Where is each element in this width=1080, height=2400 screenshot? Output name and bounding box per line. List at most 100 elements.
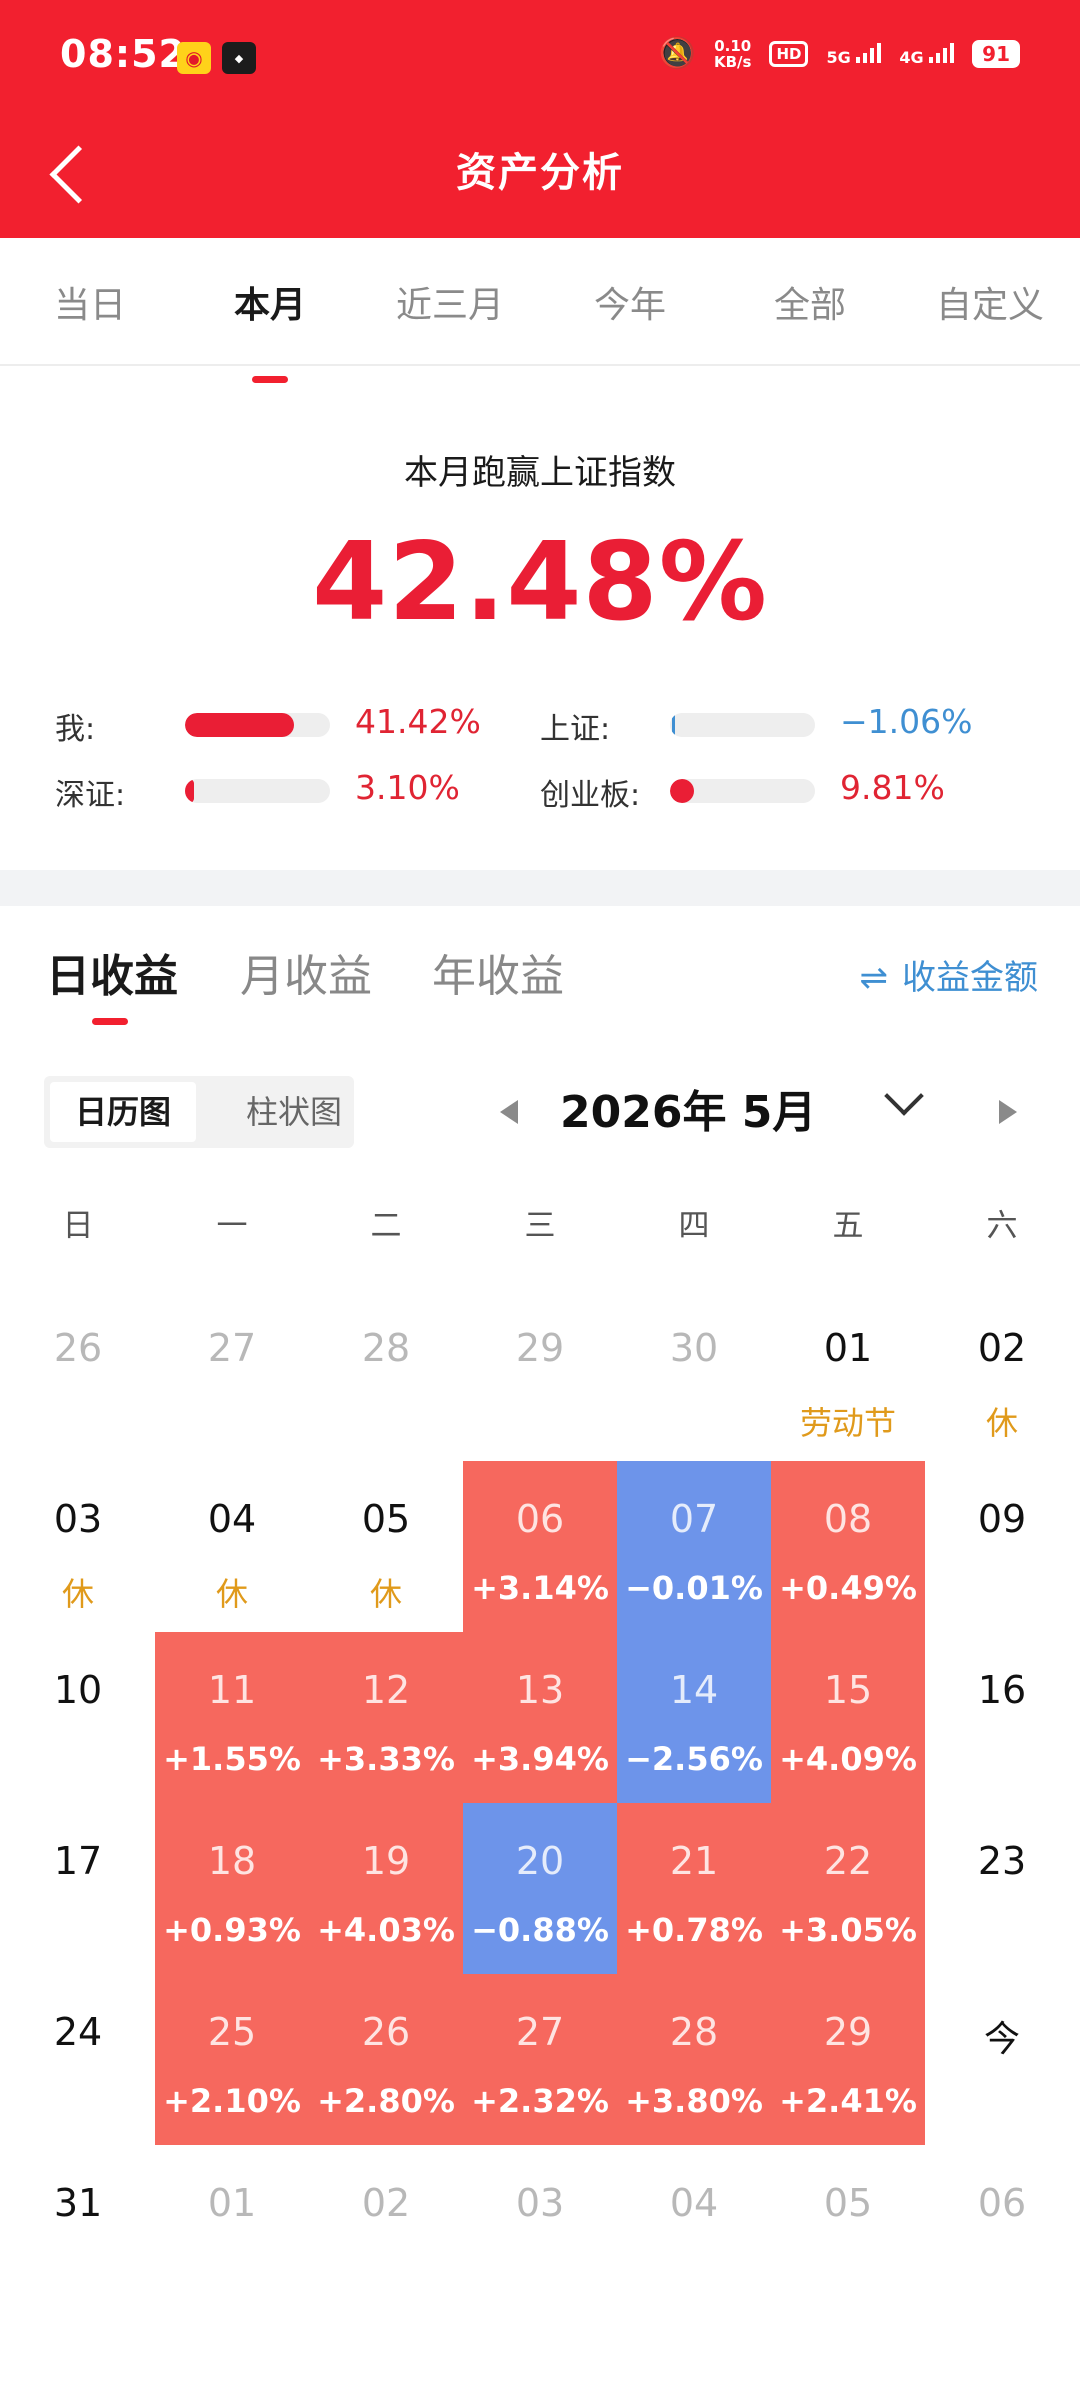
weekday-label: 五 — [832, 1208, 864, 1244]
calendar-day-number: 29 — [823, 2010, 873, 2054]
network-speed-unit: KB/s — [713, 52, 752, 71]
previous-month-icon[interactable] — [500, 1100, 518, 1124]
calendar-day-cell[interactable]: 10 — [1, 1632, 155, 1803]
period-tab[interactable]: 当日 — [0, 276, 180, 328]
calendar-day-number: 28 — [669, 2010, 719, 2054]
calendar-day-number: 17 — [53, 1839, 103, 1883]
calendar-day-cell[interactable]: 05 休 — [309, 1461, 463, 1632]
calendar-day-cell[interactable]: 07 −0.01% — [617, 1461, 771, 1632]
calendar-view-button[interactable]: 日历图 — [50, 1082, 196, 1142]
calendar-day-number: 20 — [515, 1839, 565, 1883]
calendar-day-cell[interactable]: 03 — [463, 2145, 617, 2265]
period-tab[interactable]: 近三月 — [360, 276, 540, 328]
calendar-day-cell[interactable]: 01 — [155, 2145, 309, 2265]
calendar-day-cell[interactable]: 17 — [1, 1803, 155, 1974]
calendar-day-cell[interactable]: 14 −2.56% — [617, 1632, 771, 1803]
daily-return: −0.88% — [471, 1911, 609, 1949]
daily-return: +2.32% — [471, 2082, 609, 2120]
period-tab[interactable]: 全部 — [720, 276, 900, 328]
next-month-icon[interactable] — [999, 1100, 1017, 1124]
calendar-day-cell[interactable]: 31 — [1, 2145, 155, 2265]
holiday-label: 休 — [61, 1575, 94, 1613]
income-tab[interactable]: 年收益 — [432, 940, 564, 1004]
holiday-label: 劳动节 — [799, 1404, 896, 1442]
period-tab[interactable]: 今年 — [540, 276, 720, 328]
calendar-day-cell[interactable]: 11 +1.55% — [155, 1632, 309, 1803]
calendar-day-cell[interactable]: 12 +3.33% — [309, 1632, 463, 1803]
calendar-day-cell[interactable]: 今 — [925, 1974, 1079, 2145]
calendar-day-cell[interactable]: 15 +4.09% — [771, 1632, 925, 1803]
calendar-day-cell[interactable]: 26 +2.80% — [309, 1974, 463, 2145]
comparison-label: 深证: — [55, 778, 126, 813]
weibo-icon: ◉ — [177, 42, 211, 74]
calendar-day-number: 26 — [53, 1326, 103, 1370]
calendar-day-number: 06 — [977, 2181, 1027, 2225]
bar-view-button[interactable]: 柱状图 — [244, 1082, 344, 1142]
calendar-day-number: 15 — [823, 1668, 873, 1712]
calendar-day-cell[interactable]: 22 +3.05% — [771, 1803, 925, 1974]
period-tabs: 当日 本月 近三月 今年 全部 自定义 — [0, 238, 1080, 383]
calendar-day-cell[interactable]: 02 — [309, 2145, 463, 2265]
signal-4g-label: 4G — [899, 48, 924, 67]
calendar-day-number: 05 — [823, 2181, 873, 2225]
calendar-day-cell[interactable]: 18 +0.93% — [155, 1803, 309, 1974]
month-label[interactable]: 2026年 5月 — [560, 1076, 870, 1140]
calendar-day-cell[interactable]: 27 +2.32% — [463, 1974, 617, 2145]
battery-indicator: 91 — [972, 39, 1020, 68]
calendar-day-cell[interactable]: 29 — [463, 1290, 617, 1461]
calendar-day-number: 18 — [207, 1839, 257, 1883]
comparison-value: −1.06% — [840, 702, 973, 741]
daily-return: +3.14% — [471, 1569, 609, 1607]
calendar-day-cell[interactable]: 13 +3.94% — [463, 1632, 617, 1803]
daily-return: −0.01% — [625, 1569, 763, 1607]
calendar-day-cell[interactable]: 28 +3.80% — [617, 1974, 771, 2145]
holiday-label: 休 — [215, 1575, 248, 1613]
daily-return: +3.80% — [625, 2082, 763, 2120]
calendar-day-cell[interactable]: 25 +2.10% — [155, 1974, 309, 2145]
calendar-day-cell[interactable]: 01 劳动节 — [771, 1290, 925, 1461]
income-tab[interactable]: 日收益 — [46, 940, 178, 1025]
amount-toggle-button[interactable]: ⇌ 收益金额 — [860, 950, 1039, 999]
calendar-day-number: 08 — [823, 1497, 873, 1541]
calendar-day-cell[interactable]: 04 休 — [155, 1461, 309, 1632]
calendar-day-number: 27 — [515, 2010, 565, 2054]
calendar-day-cell[interactable]: 27 — [155, 1290, 309, 1461]
calendar-day-cell[interactable]: 03 休 — [1, 1461, 155, 1632]
calendar-day-number: 02 — [361, 2181, 411, 2225]
weekday-label: 六 — [986, 1208, 1018, 1244]
calendar-day-cell[interactable]: 20 −0.88% — [463, 1803, 617, 1974]
summary-caption: 本月跑赢上证指数 — [404, 453, 676, 493]
comparison-bar — [670, 713, 815, 737]
calendar-day-cell[interactable]: 23 — [925, 1803, 1079, 1974]
calendar-day-cell[interactable]: 09 — [925, 1461, 1079, 1632]
calendar-day-cell[interactable]: 24 — [1, 1974, 155, 2145]
calendar-day-number: 28 — [361, 1326, 411, 1370]
calendar-day-cell[interactable]: 26 — [1, 1290, 155, 1461]
chevron-down-icon[interactable] — [884, 1076, 924, 1116]
section-divider — [0, 870, 1080, 906]
calendar-day-cell[interactable]: 21 +0.78% — [617, 1803, 771, 1974]
calendar-day-number: 01 — [207, 2181, 257, 2225]
calendar-day-cell[interactable]: 06 +3.14% — [463, 1461, 617, 1632]
calendar-day-cell[interactable]: 08 +0.49% — [771, 1461, 925, 1632]
calendar-day-number: 19 — [361, 1839, 411, 1883]
period-tab[interactable]: 自定义 — [900, 276, 1080, 328]
calendar-day-cell[interactable]: 19 +4.03% — [309, 1803, 463, 1974]
calendar-day-number: 05 — [361, 1497, 411, 1541]
calendar-day-number: 24 — [53, 2010, 103, 2054]
calendar-day-cell[interactable]: 05 — [771, 2145, 925, 2265]
period-tab[interactable]: 本月 — [180, 276, 360, 383]
comparison-value: 3.10% — [355, 768, 460, 807]
income-tab[interactable]: 月收益 — [240, 940, 372, 1004]
calendar-day-cell[interactable]: 16 — [925, 1632, 1079, 1803]
calendar-day-cell[interactable]: 02 休 — [925, 1290, 1079, 1461]
comparison-label: 创业板: — [540, 778, 641, 813]
calendar-day-cell[interactable]: 28 — [309, 1290, 463, 1461]
calendar-day-cell[interactable]: 30 — [617, 1290, 771, 1461]
status-indicators: 🔕 0.10 KB/s HD 5G 4G 91 — [659, 36, 1020, 71]
calendar-day-cell[interactable]: 06 — [925, 2145, 1079, 2265]
calendar-day-cell[interactable]: 29 +2.41% — [771, 1974, 925, 2145]
calendar-day-cell[interactable]: 04 — [617, 2145, 771, 2265]
weekday-label: 三 — [524, 1208, 556, 1244]
comparison-label: 我: — [55, 712, 96, 747]
